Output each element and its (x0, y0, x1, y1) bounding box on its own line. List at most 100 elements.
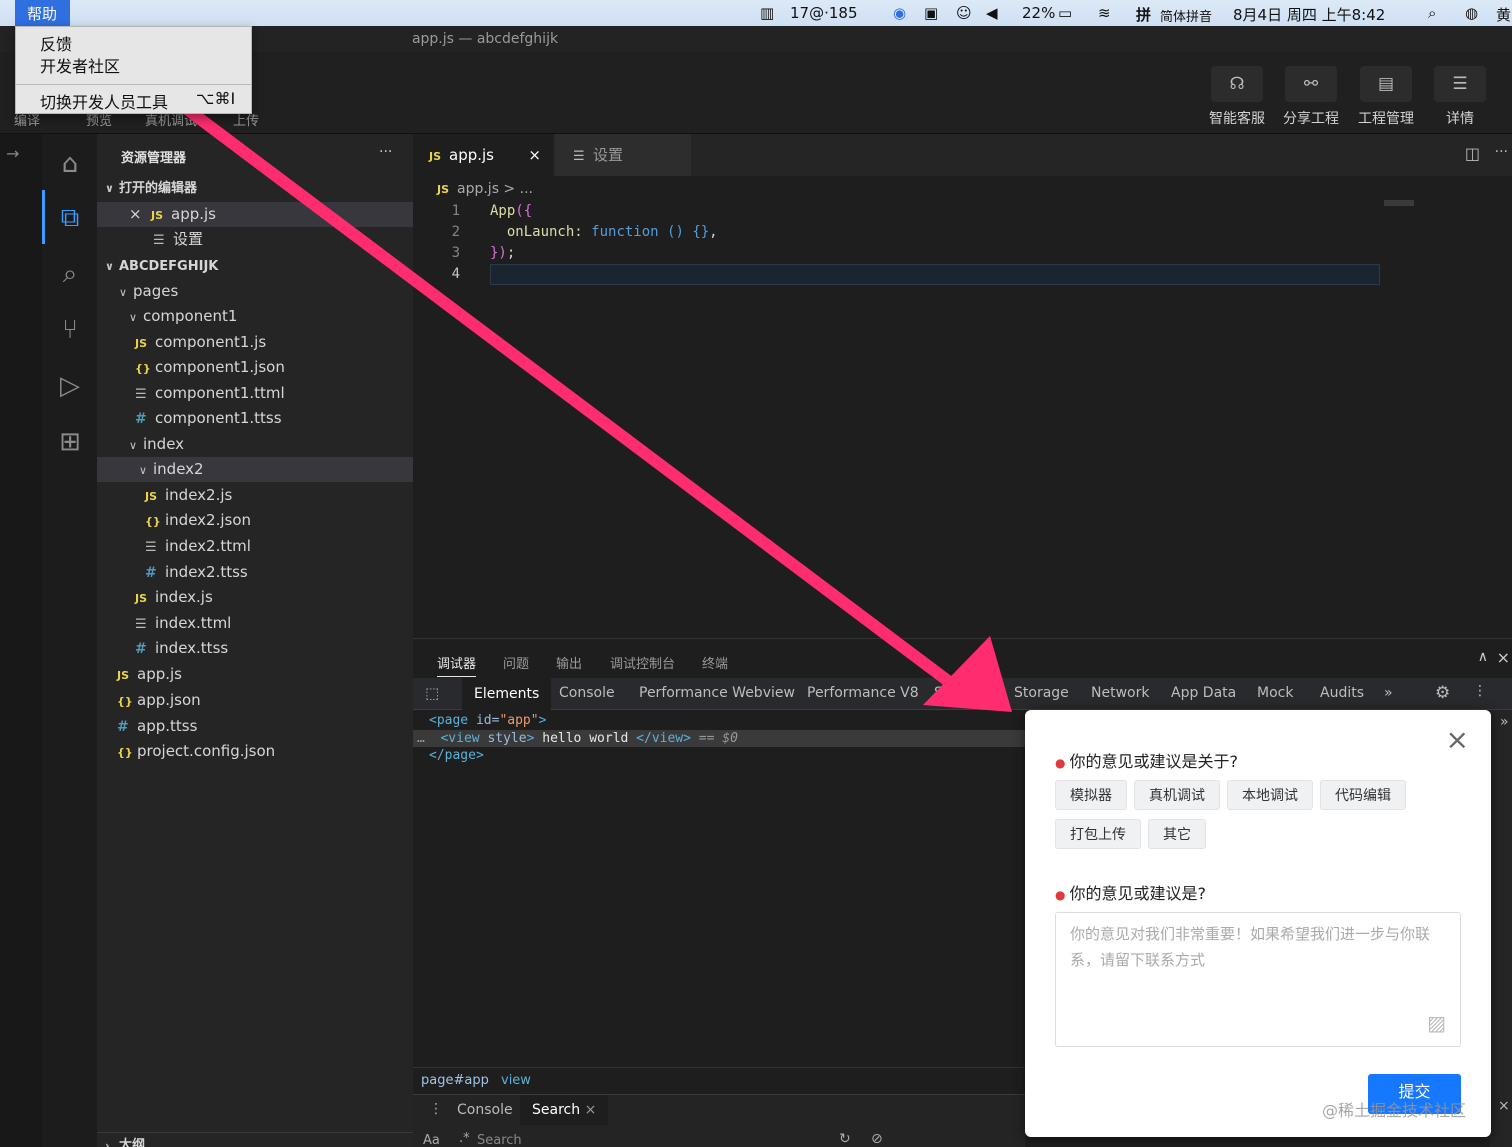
tree-file-app-js[interactable]: JS app.js (97, 662, 413, 687)
siri-icon[interactable]: ◍ (1465, 4, 1478, 22)
tree-file-index2-ttss[interactable]: # index2.ttss (97, 560, 413, 585)
open-editor-app-js[interactable]: × JS app.js (97, 202, 413, 227)
cat-icon[interactable]: ☺ (956, 4, 972, 22)
kebab-menu-icon[interactable]: ⋮ (1473, 683, 1487, 699)
editor-breadcrumb[interactable]: JS app.js > ... (437, 181, 533, 197)
open-editor-settings[interactable]: ☰ 设置 (97, 227, 413, 252)
menu-item-toggle-devtools[interactable]: 切换开发人员工具 (40, 89, 168, 113)
drawer-tab-search[interactable]: Search × (520, 1095, 609, 1125)
panel-tab-output[interactable]: 输出 (556, 653, 582, 672)
close-icon[interactable]: × (1497, 648, 1510, 667)
drawer-tab-console[interactable]: Console (457, 1102, 513, 1118)
tree-folder-pages[interactable]: ∨ pages (97, 279, 413, 304)
option-package-upload[interactable]: 打包上传 (1055, 819, 1141, 849)
split-editor-icon[interactable]: ◫ (1465, 144, 1480, 163)
explorer-files-icon[interactable]: ⧉ (50, 198, 90, 238)
panel-tab-terminal[interactable]: 终端 (702, 653, 728, 672)
tree-file-component1-js[interactable]: JS component1.js (97, 330, 413, 355)
tree-file-index-js[interactable]: JS index.js (97, 585, 413, 610)
menu-item-feedback[interactable]: 反馈 (40, 31, 72, 55)
volume-icon[interactable]: ◀ (986, 4, 998, 22)
regex-toggle[interactable]: .* (459, 1131, 470, 1146)
devtools-tab-performance-v8[interactable]: Performance V8 (807, 685, 919, 701)
panel-tab-debugger[interactable]: 调试器 (437, 653, 477, 677)
close-icon[interactable]: × (585, 1102, 597, 1118)
dom-node-page[interactable]: <page id="app"> (429, 713, 546, 728)
run-debug-icon[interactable]: ▷ (50, 366, 90, 406)
input-method-icon[interactable]: 拼 (1136, 4, 1151, 25)
devtools-tab-console[interactable]: Console (559, 685, 615, 701)
feedback-textarea[interactable]: 你的意见对我们非常重要！如果希望我们进一步与你联系，请留下联系方式 ▨ (1055, 912, 1461, 1047)
tree-file-component1-ttml[interactable]: ☰ component1.ttml (97, 381, 413, 406)
project-manage-button[interactable]: ▤ 工程管理 (1356, 66, 1416, 128)
tree-file-component1-ttss[interactable]: # component1.ttss (97, 406, 413, 431)
close-icon[interactable]: × (528, 134, 541, 176)
battery-icon[interactable]: ▭ (1058, 4, 1072, 22)
devtools-tab-elements[interactable]: Elements (462, 678, 552, 710)
dom-node-page-close[interactable]: </page> (429, 748, 484, 763)
tree-file-project-config[interactable]: {} project.config.json (97, 739, 413, 764)
settings-gear-icon[interactable]: ⚙ (1435, 683, 1450, 703)
input-method[interactable]: 简体拼音 (1160, 6, 1212, 25)
menu-help[interactable]: 帮助 (15, 0, 70, 26)
tree-file-index-ttml[interactable]: ☰ index.ttml (97, 611, 413, 636)
datetime[interactable]: 8月4日 周四 上午8:42 (1233, 4, 1385, 25)
customer-service-button[interactable]: ☊ 智能客服 (1207, 66, 1267, 128)
tree-folder-index[interactable]: ∨ index (97, 432, 413, 457)
project-section[interactable]: ∨ ABCDEFGHIJK (97, 254, 413, 279)
tab-app-js[interactable]: JS app.js × (413, 134, 553, 176)
qq-status[interactable]: 17@·185 (790, 4, 858, 22)
code-line-3[interactable]: }); (490, 245, 515, 261)
extensions-icon[interactable]: ⊞ (50, 422, 90, 462)
option-other[interactable]: 其它 (1148, 819, 1206, 849)
panel-tab-problems[interactable]: 问题 (503, 653, 529, 672)
code-line-1[interactable]: App({ (490, 203, 532, 219)
tree-file-app-ttss[interactable]: # app.ttss (97, 714, 413, 739)
tab-settings[interactable]: ☰ 设置 (555, 134, 691, 176)
tree-file-index2-json[interactable]: {} index2.json (97, 508, 413, 533)
editor-more-icon[interactable]: ··· (1495, 144, 1508, 160)
devtools-tab-storage[interactable]: Storage (1014, 685, 1069, 701)
search-input[interactable]: Search (477, 1133, 787, 1147)
open-editors-section[interactable]: ∨ 打开的编辑器 (97, 176, 413, 201)
details-button[interactable]: ☰ 详情 (1430, 66, 1490, 128)
code-line-2[interactable]: onLaunch: function () {}, (490, 224, 718, 240)
option-remote-debug[interactable]: 真机调试 (1134, 780, 1220, 810)
option-local-debug[interactable]: 本地调试 (1227, 780, 1313, 810)
outline-section[interactable]: › 大纲 (97, 1132, 413, 1147)
inspect-element-icon[interactable]: ⬚ (425, 684, 439, 702)
devtools-tab-mock[interactable]: Mock (1257, 685, 1293, 701)
tree-folder-index2[interactable]: ∨ index2 (97, 457, 413, 482)
dom-node-view[interactable]: … <view style> hello world </view> == $0 (417, 731, 738, 746)
drawer-menu-icon[interactable]: ⋮ (429, 1101, 443, 1117)
option-simulator[interactable]: 模拟器 (1055, 780, 1127, 810)
devtools-more-tabs[interactable]: » (1384, 685, 1393, 701)
tree-file-index2-ttml[interactable]: ☰ index2.ttml (97, 534, 413, 559)
spotlight-search-icon[interactable]: ⌕ (1428, 4, 1436, 22)
tree-file-component1-json[interactable]: {} component1.json (97, 355, 413, 380)
tree-file-index-ttss[interactable]: # index.ttss (97, 636, 413, 661)
devtools-tab-audits[interactable]: Audits (1320, 685, 1364, 701)
expand-arrow-icon[interactable]: → (6, 144, 19, 163)
refresh-icon[interactable]: ↻ (839, 1131, 851, 1147)
devtools-tab-sources[interactable]: S (934, 685, 943, 701)
option-code-editing[interactable]: 代码编辑 (1320, 780, 1406, 810)
tree-file-app-json[interactable]: {} app.json (97, 688, 413, 713)
minimap[interactable] (1384, 200, 1414, 206)
wifi-icon[interactable]: ≋ (1098, 4, 1111, 22)
clear-icon[interactable]: ⊘ (871, 1131, 883, 1147)
tree-folder-component1[interactable]: ∨ component1 (97, 304, 413, 329)
close-icon[interactable]: × (1498, 1098, 1510, 1114)
search-icon[interactable]: ⌕ (50, 254, 90, 294)
devtools-tab-network[interactable]: Network (1091, 685, 1149, 701)
image-upload-icon[interactable]: ▨ (1427, 1010, 1446, 1036)
crumb-view[interactable]: view (501, 1073, 531, 1088)
panel-tab-debug-console[interactable]: 调试控制台 (610, 653, 675, 672)
telegram-icon[interactable]: ◉ (893, 4, 906, 22)
close-icon[interactable]: × (129, 202, 151, 227)
match-case-toggle[interactable]: Aa (423, 1133, 440, 1147)
home-icon[interactable]: ⌂ (50, 144, 90, 184)
devtools-tab-app-data[interactable]: App Data (1171, 685, 1236, 701)
screen-icon[interactable]: ▣ (924, 4, 938, 22)
menu-item-community[interactable]: 开发者社区 (40, 53, 120, 77)
